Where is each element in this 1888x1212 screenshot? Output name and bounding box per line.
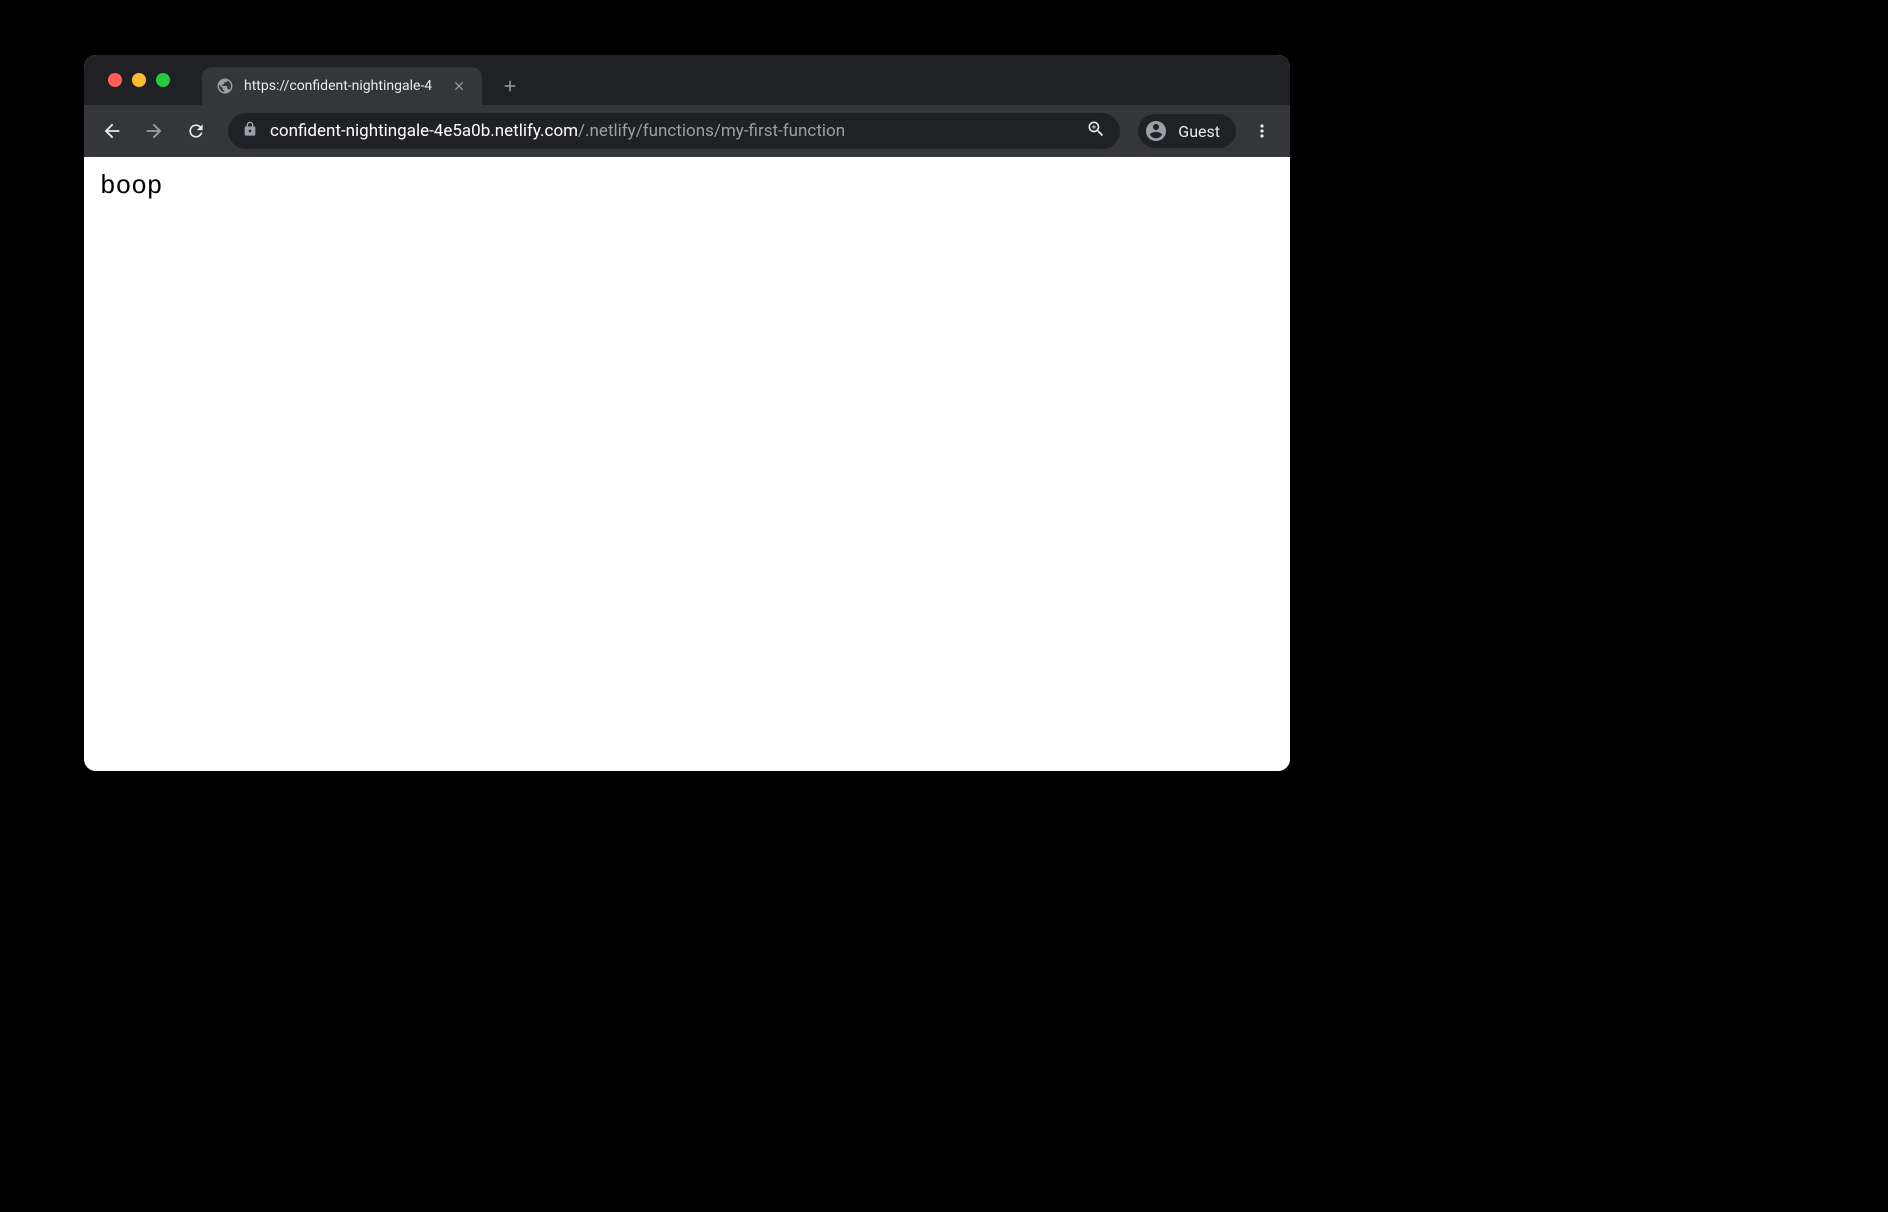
menu-button[interactable]	[1244, 113, 1280, 149]
minimize-window-button[interactable]	[132, 73, 146, 87]
url-host: confident-nightingale-4e5a0b.netlify.com	[270, 121, 578, 141]
reload-button[interactable]	[178, 113, 214, 149]
url-text: confident-nightingale-4e5a0b.netlify.com…	[270, 121, 1074, 141]
tab-bar: https://confident-nightingale-4	[84, 55, 1290, 105]
person-icon	[1144, 119, 1168, 143]
profile-label: Guest	[1178, 122, 1220, 141]
page-content: boop	[84, 157, 1290, 771]
maximize-window-button[interactable]	[156, 73, 170, 87]
close-tab-button[interactable]	[450, 77, 468, 95]
forward-button[interactable]	[136, 113, 172, 149]
profile-button[interactable]: Guest	[1138, 114, 1236, 148]
browser-window: https://confident-nightingale-4	[84, 55, 1290, 771]
window-controls	[96, 55, 182, 105]
browser-tab[interactable]: https://confident-nightingale-4	[202, 67, 482, 105]
body-text: boop	[100, 171, 1274, 201]
url-path: /.netlify/functions/my-first-function	[578, 121, 845, 141]
close-window-button[interactable]	[108, 73, 122, 87]
tab-title: https://confident-nightingale-4	[244, 78, 440, 94]
zoom-icon[interactable]	[1086, 119, 1106, 143]
back-button[interactable]	[94, 113, 130, 149]
toolbar: confident-nightingale-4e5a0b.netlify.com…	[84, 105, 1290, 157]
address-bar[interactable]: confident-nightingale-4e5a0b.netlify.com…	[228, 113, 1120, 149]
new-tab-button[interactable]	[494, 70, 526, 102]
globe-icon	[216, 77, 234, 95]
lock-icon	[242, 121, 258, 141]
